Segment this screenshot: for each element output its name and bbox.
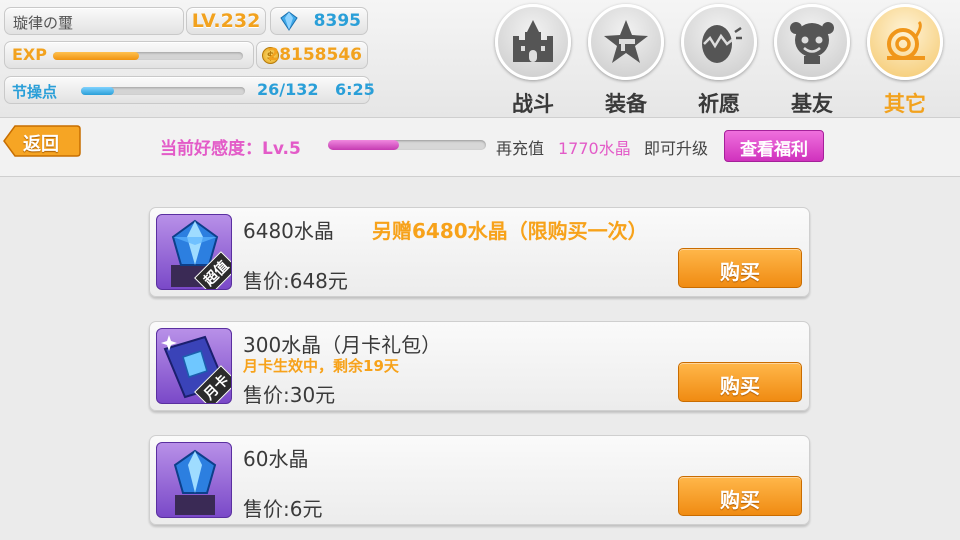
product-bonus: 另赠6480水晶（限购买一次）	[372, 219, 648, 243]
product-price: 售价:648元	[243, 269, 348, 293]
buy-button[interactable]: 购买	[678, 476, 802, 516]
crystal-small-icon	[173, 449, 217, 515]
affinity-label: 当前好感度：Lv.5	[160, 139, 301, 159]
product-card: 月卡 300水晶（月卡礼包） 月卡生效中，剩余19天 售价:30元 购买	[149, 321, 810, 411]
stamina-value: 26/132	[257, 80, 319, 99]
coin-panel[interactable]: $ 28158546	[256, 41, 368, 69]
nav-equipment-label: 装备	[605, 92, 647, 116]
stamina-panel: 节操点 26/132 6:25	[4, 76, 375, 104]
crystal-icon	[280, 11, 298, 31]
crystal-pack-image: 超值	[156, 214, 232, 290]
stamina-bar-fill	[81, 87, 114, 95]
exp-bar-fill	[53, 52, 139, 60]
product-price: 售价:6元	[243, 497, 323, 521]
product-card: 60水晶 售价:6元 购买	[149, 435, 810, 525]
product-price: 售价:30元	[243, 383, 336, 407]
exp-label: EXP	[12, 45, 47, 64]
level-panel: LV.232	[186, 7, 266, 35]
view-perks-button[interactable]: 查看福利	[724, 130, 824, 162]
buy-label: 购买	[720, 488, 760, 512]
player-name-panel: 璇律の璽	[4, 7, 184, 35]
nav-wish-circle	[681, 4, 757, 80]
player-name: 璇律の璽	[13, 14, 74, 32]
recharge-prefix: 再充值	[496, 139, 545, 158]
view-perks-label: 查看福利	[740, 140, 808, 160]
exp-panel: EXP	[4, 41, 254, 69]
stamina-bar	[81, 87, 245, 95]
nav-equipment[interactable]: 装备	[586, 4, 666, 116]
affinity-progress-fill	[328, 140, 400, 150]
stamina-timer: 6:25	[335, 80, 375, 99]
nav-friends[interactable]: 基友	[772, 4, 852, 116]
coin-count: 28158546	[267, 45, 362, 65]
player-level: LV.232	[191, 10, 261, 32]
star-gun-icon	[604, 20, 648, 63]
friend-face-icon	[790, 22, 834, 64]
product-card: 超值 6480水晶 另赠6480水晶（限购买一次） 售价:648元 购买	[149, 207, 810, 297]
nav-friends-label: 基友	[791, 92, 833, 116]
product-note: 月卡生效中，剩余19天	[243, 357, 399, 375]
nav-friends-circle	[774, 4, 850, 80]
product-title: 60水晶	[243, 447, 309, 471]
back-label: 返回	[23, 134, 59, 155]
buy-label: 购买	[720, 374, 760, 398]
gem-panel[interactable]: 8395	[270, 7, 368, 35]
nav-battle-label: 战斗	[512, 92, 554, 116]
buy-label: 购买	[720, 260, 760, 284]
egg-icon	[702, 25, 742, 63]
monthly-card-image: 月卡	[156, 328, 232, 404]
buy-button[interactable]: 购买	[678, 248, 802, 288]
affinity-progress-bar	[328, 140, 486, 150]
back-button[interactable]: 返回	[3, 124, 81, 158]
snail-icon	[887, 20, 925, 60]
nav-other-circle	[867, 4, 943, 80]
nav-equipment-circle	[588, 4, 664, 80]
castle-icon	[513, 20, 553, 62]
recharge-suffix: 即可升级	[644, 139, 709, 158]
crystal-pack-image	[156, 442, 232, 518]
nav-other[interactable]: 其它	[865, 4, 945, 116]
product-title: 6480水晶	[243, 219, 334, 243]
nav-battle[interactable]: 战斗	[493, 4, 573, 116]
buy-button[interactable]: 购买	[678, 362, 802, 402]
product-title: 300水晶（月卡礼包）	[243, 333, 442, 357]
status-bar: 璇律の璽 LV.232 8395 EXP $ 28158546 节操点 26/1…	[0, 0, 960, 118]
nav-other-label: 其它	[884, 92, 926, 116]
nav-wish[interactable]: 祈愿	[679, 4, 759, 116]
nav-wish-label: 祈愿	[698, 92, 740, 116]
gem-count: 8395	[313, 11, 361, 31]
stamina-label: 节操点	[12, 83, 58, 101]
nav-battle-circle	[495, 4, 571, 80]
exp-bar	[53, 52, 243, 60]
affinity-bar-row: 返回 当前好感度：Lv.5 再充值 1770水晶 即可升级 查看福利	[0, 118, 960, 177]
recharge-amount: 1770水晶	[558, 139, 631, 158]
